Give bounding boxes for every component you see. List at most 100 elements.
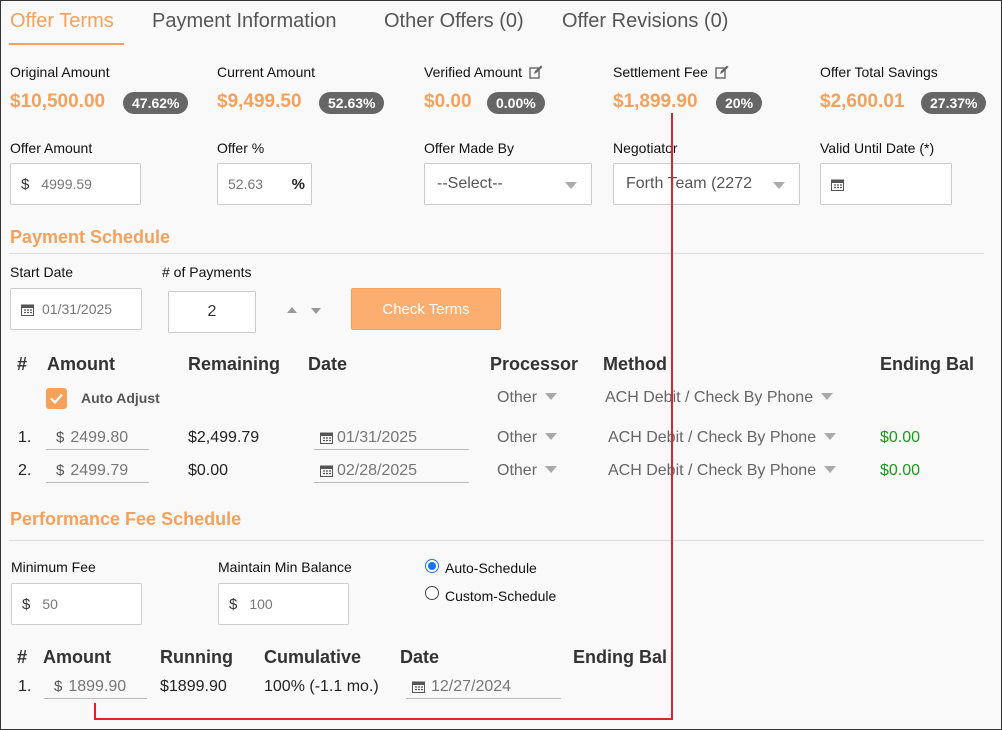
fee-date-input[interactable]: 12/27/2024 [406, 675, 561, 699]
offer-percent-value: 52.63 [228, 176, 264, 192]
column-header-amount: Amount [43, 647, 111, 667]
valid-until-input[interactable] [820, 163, 952, 205]
start-date-input[interactable]: 01/31/2025 [10, 288, 142, 330]
column-header-method: Method [603, 354, 667, 374]
default-method-select[interactable]: ACH Debit / Check By Phone [605, 389, 834, 407]
payment-amount-input[interactable]: $2499.79 [46, 459, 149, 483]
chevron-down-icon [545, 466, 558, 473]
fee-date-value: 12/27/2024 [431, 677, 512, 695]
tab-offer-revisions[interactable]: Offer Revisions (0) [562, 10, 728, 33]
num-payments-input[interactable]: 2 [168, 291, 256, 333]
edit-icon[interactable] [715, 65, 729, 79]
offer-percent-label: Offer % [217, 140, 265, 156]
auto-adjust-label: Auto Adjust [81, 390, 160, 406]
payment-method-select[interactable]: ACH Debit / Check By Phone [608, 462, 837, 480]
tab-offer-terms[interactable]: Offer Terms [10, 10, 114, 33]
calendar-icon [21, 304, 34, 316]
column-header-amount: Amount [47, 354, 115, 374]
negotiator-value: Forth Team (2272 [626, 175, 752, 192]
payment-ending-bal: $0.00 [880, 429, 921, 446]
decrement-arrow-icon[interactable] [311, 308, 321, 314]
payment-amount-input[interactable]: $2499.80 [46, 426, 149, 450]
chevron-down-icon [565, 182, 577, 189]
offer-total-savings-badge: 27.37% [921, 92, 987, 114]
chevron-down-icon [773, 182, 785, 189]
offer-made-by-label: Offer Made By [424, 140, 515, 156]
verified-amount-badge: 0.00% [487, 92, 545, 114]
edit-icon[interactable] [529, 65, 543, 79]
maintain-min-balance-label: Maintain Min Balance [218, 559, 352, 575]
auto-adjust-checkbox[interactable] [46, 388, 67, 409]
verified-amount-heading: Verified Amount [424, 64, 543, 80]
settlement-fee-heading: Settlement Fee [613, 64, 729, 80]
fee-running: $1899.90 [160, 678, 227, 695]
calendar-icon [320, 432, 333, 444]
payment-processor-value: Other [497, 462, 538, 479]
payment-method-value: ACH Debit / Check By Phone [608, 462, 817, 479]
increment-arrow-icon[interactable] [287, 307, 297, 313]
offer-made-by-select[interactable]: --Select-- [424, 163, 592, 205]
tab-other-offers[interactable]: Other Offers (0) [384, 10, 524, 33]
payment-processor-select[interactable]: Other [497, 462, 558, 480]
chevron-down-icon [545, 393, 558, 400]
settlement-fee-label: Settlement Fee [613, 64, 708, 80]
chevron-down-icon [824, 466, 837, 473]
calendar-icon [412, 681, 425, 693]
calendar-icon [320, 465, 333, 477]
percent-icon: % [291, 175, 305, 193]
payment-amount-value: 2499.79 [70, 461, 129, 479]
column-header-num: # [17, 647, 28, 667]
payment-schedule-title: Payment Schedule [10, 227, 171, 247]
settlement-fee-value: $1,899.90 [613, 91, 698, 112]
check-icon [50, 393, 63, 404]
payment-processor-value: Other [497, 429, 538, 446]
payment-remaining: $2,499.79 [188, 429, 260, 446]
dollar-icon: $ [56, 429, 65, 446]
dollar-icon: $ [229, 595, 238, 613]
column-header-ending-bal: Ending Bal [880, 354, 974, 374]
payment-ending-bal: $0.00 [880, 462, 921, 479]
payment-date-input[interactable]: 01/31/2025 [314, 426, 469, 450]
offer-panel: Offer Terms Payment Information Other Of… [0, 0, 1002, 730]
dollar-icon: $ [56, 462, 65, 479]
tab-payment-information[interactable]: Payment Information [152, 10, 337, 33]
payment-method-value: ACH Debit / Check By Phone [608, 429, 817, 446]
auto-schedule-radio[interactable] [425, 559, 439, 573]
minimum-fee-input[interactable]: $ 50 [11, 583, 142, 625]
original-amount-label: Original Amount [10, 64, 110, 80]
payment-row-num: 2. [18, 462, 32, 479]
payment-date-input[interactable]: 02/28/2025 [314, 459, 469, 483]
payment-date-value: 01/31/2025 [337, 428, 418, 446]
default-processor-select[interactable]: Other [497, 389, 558, 407]
dollar-icon: $ [54, 678, 63, 695]
verified-amount-label: Verified Amount [424, 64, 523, 80]
valid-until-label: Valid Until Date (*) [820, 140, 935, 156]
column-header-date: Date [400, 647, 440, 667]
offer-amount-label: Offer Amount [10, 140, 93, 156]
column-header-running: Running [160, 647, 233, 667]
dollar-icon: $ [21, 175, 30, 193]
performance-fee-title: Performance Fee Schedule [10, 509, 242, 529]
offer-percent-input[interactable]: 52.63 % [217, 163, 312, 205]
fee-amount-input[interactable]: $1899.90 [44, 675, 147, 699]
minimum-fee-value: 50 [42, 596, 58, 612]
current-amount-value: $9,499.50 [217, 91, 302, 112]
verified-amount-value: $0.00 [424, 91, 472, 112]
negotiator-select[interactable]: Forth Team (2272 [613, 163, 800, 205]
payment-amount-value: 2499.80 [70, 428, 129, 446]
check-terms-button[interactable]: Check Terms [351, 288, 501, 330]
num-payments-value: 2 [207, 303, 217, 320]
default-processor-value: Other [497, 389, 538, 406]
minimum-fee-label: Minimum Fee [11, 559, 96, 575]
column-header-ending-bal: Ending Bal [573, 647, 667, 667]
payment-processor-select[interactable]: Other [497, 429, 558, 447]
custom-schedule-radio[interactable] [425, 586, 439, 600]
offer-amount-input[interactable]: $ 4999.59 [10, 163, 141, 205]
active-tab-indicator [9, 43, 124, 45]
fee-amount-value: 1899.90 [68, 677, 127, 695]
custom-schedule-label: Custom-Schedule [445, 588, 557, 604]
fee-row-num: 1. [18, 678, 32, 695]
payment-method-select[interactable]: ACH Debit / Check By Phone [608, 429, 837, 447]
column-header-processor: Processor [490, 354, 579, 374]
maintain-min-balance-input[interactable]: $ 100 [218, 583, 349, 625]
